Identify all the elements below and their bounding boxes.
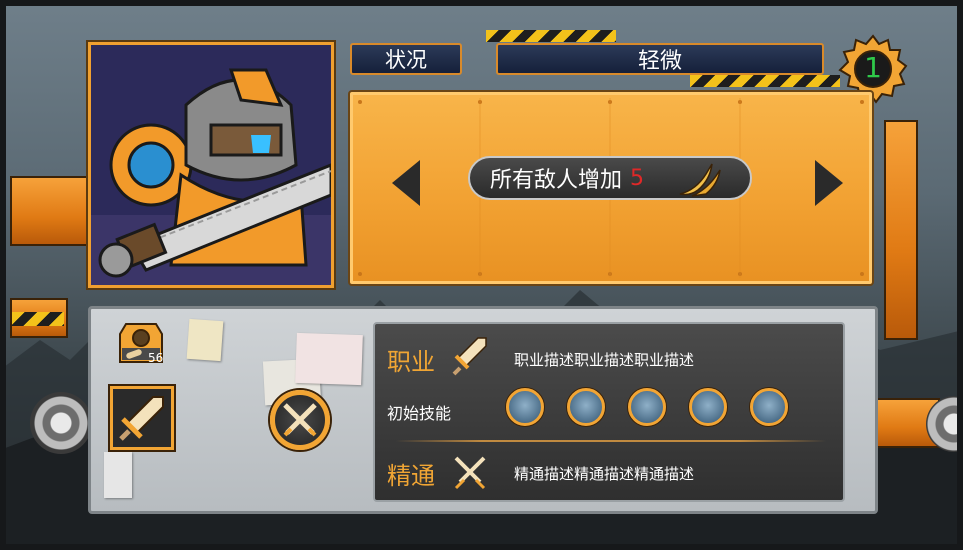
skill-guard-icon[interactable] <box>750 388 788 426</box>
hazard-stripe-top <box>486 30 616 42</box>
mastery-medallion[interactable] <box>270 390 330 450</box>
mastery-label: 精通 <box>387 462 435 490</box>
claw-slash-icon <box>679 163 721 197</box>
mastery-description: 精通描述精通描述精通描述 <box>514 465 695 483</box>
status-label: 状况 <box>350 43 462 75</box>
crossed-swords-icon <box>283 403 317 437</box>
skill-spear-icon[interactable] <box>567 388 605 426</box>
skill-scythe-icon[interactable] <box>506 388 544 426</box>
career-description: 职业描述职业描述职业描述 <box>514 351 695 369</box>
starting-skills-label: 初始技能 <box>387 404 452 423</box>
character-portrait <box>88 42 334 288</box>
previous-arrow-button[interactable] <box>392 160 420 206</box>
pipe-left-upper <box>10 176 90 246</box>
next-arrow-button[interactable] <box>815 160 843 206</box>
effect-number: 5 <box>630 165 645 191</box>
wheel-left <box>30 392 92 454</box>
skill-blade-icon[interactable] <box>628 388 666 426</box>
game-screen: 状况 轻微 1 所有敌人增加 5 56 职业 职业描述职业描述职业描述 初始技能… <box>0 0 963 550</box>
status-value: 轻微 <box>496 43 824 75</box>
hazard-stripe-right <box>690 75 840 87</box>
sword-icon <box>452 337 487 376</box>
skill-jump-icon[interactable] <box>689 388 727 426</box>
item-count: 56 <box>148 351 164 365</box>
crossed-swords-icon <box>454 456 486 490</box>
sword-icon <box>119 396 164 441</box>
sticky-note <box>295 332 363 386</box>
effect-text: 所有敌人增加 <box>490 168 623 193</box>
level-number: 1 <box>864 50 882 84</box>
hazard-stripe-left <box>12 312 64 326</box>
pipe-right-vertical <box>884 120 918 340</box>
section-divider <box>396 440 826 442</box>
sticky-note <box>186 318 224 362</box>
robot-knight-image <box>91 45 331 285</box>
career-label: 职业 <box>387 348 435 376</box>
class-card[interactable] <box>110 386 174 450</box>
sticky-note <box>104 452 132 498</box>
